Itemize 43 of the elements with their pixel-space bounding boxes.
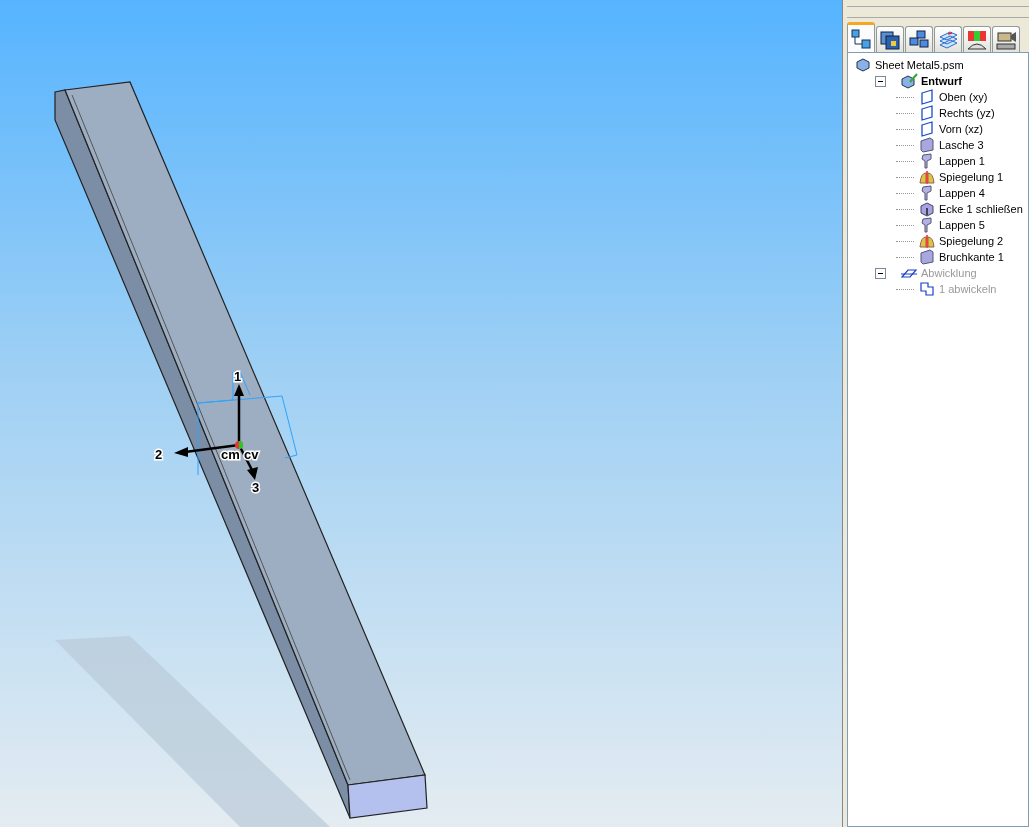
tree-item[interactable]: Vorn (xz) — [938, 123, 984, 135]
panel-grip[interactable] — [847, 6, 1029, 18]
tree-item[interactable]: Sheet Metal5.psm — [874, 59, 965, 71]
cube-icon — [918, 201, 936, 217]
mirror-icon — [918, 169, 936, 185]
panel-tab[interactable] — [847, 22, 875, 52]
tree-item[interactable]: Ecke 1 schließen — [938, 203, 1024, 215]
blocks-icon — [907, 28, 931, 51]
plane-icon — [918, 89, 936, 105]
collapse-toggle[interactable] — [875, 75, 886, 87]
tree-item[interactable]: Oben (xy) — [938, 91, 989, 103]
axis-label: 2 — [155, 447, 163, 462]
tree-item[interactable]: Bruchkante 1 — [938, 251, 1005, 263]
unfold-icon — [918, 281, 936, 297]
color-bars-icon — [965, 28, 989, 51]
panel-tab[interactable] — [963, 26, 991, 52]
origin-label: cm — [221, 447, 240, 462]
sheet-metal-beam-drawing[interactable] — [54, 81, 428, 819]
part-icon — [854, 57, 872, 73]
plate-icon — [918, 249, 936, 265]
tree-item[interactable]: Lappen 4 — [938, 187, 986, 199]
axis-label: 3 — [252, 480, 260, 495]
stacked-windows-icon — [878, 28, 902, 51]
tree-item[interactable]: Rechts (yz) — [938, 107, 996, 119]
origin-label: cv — [244, 447, 259, 462]
panel-tab[interactable] — [934, 26, 962, 52]
tree-item[interactable]: Entwurf — [920, 75, 963, 87]
plane-icon — [918, 105, 936, 121]
tree-item[interactable]: Spiegelung 2 — [938, 235, 1005, 247]
axis-label: 1 — [234, 369, 242, 384]
tree-item[interactable]: Spiegelung 1 — [938, 171, 1005, 183]
tree-icon — [849, 27, 873, 50]
plane-icon — [918, 121, 936, 137]
plate-icon — [918, 137, 936, 153]
panel-tab[interactable] — [905, 26, 933, 52]
panel-tab[interactable] — [876, 26, 904, 52]
panel-tab[interactable] — [992, 26, 1020, 52]
mirror-icon — [918, 233, 936, 249]
3d-viewport[interactable]: 1 2 3 cm cv — [0, 0, 842, 827]
tree-item[interactable]: Lappen 5 — [938, 219, 986, 231]
tree-item[interactable]: Lasche 3 — [938, 139, 985, 151]
tree-item[interactable]: Lappen 1 — [938, 155, 986, 167]
part-icon — [900, 73, 918, 89]
